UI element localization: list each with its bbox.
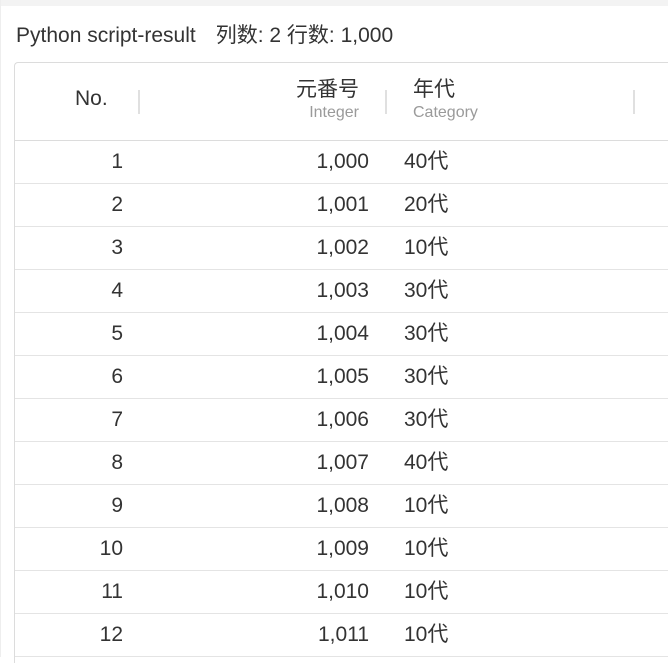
cell-category: 40代	[404, 451, 449, 474]
column-name-value: 元番号	[296, 78, 359, 101]
cell-no: 4	[111, 279, 123, 302]
cell-no: 6	[111, 365, 123, 388]
table-row[interactable]: 9 1,008 10代	[15, 485, 668, 528]
cell-value: 1,001	[316, 193, 369, 216]
table-row[interactable]: 8 1,007 40代	[15, 442, 668, 485]
result-header: Python script-result 列数: 2 行数: 1,000	[16, 22, 393, 50]
cell-no: 8	[111, 451, 123, 474]
column-type-value: Integer	[309, 104, 359, 121]
table-row[interactable]: 11 1,010 10代	[15, 571, 668, 614]
cell-category: 20代	[404, 193, 449, 216]
table-row[interactable]: 7 1,006 30代	[15, 399, 668, 442]
cell-category: 40代	[404, 150, 449, 173]
cell-value: 1,007	[316, 451, 369, 474]
cell-category: 10代	[404, 537, 449, 560]
column-header-no[interactable]: No.	[75, 87, 108, 111]
left-edge	[0, 0, 1, 657]
cell-no: 11	[101, 580, 123, 603]
cell-category: 30代	[404, 408, 449, 431]
column-type-category: Category	[413, 104, 478, 121]
cell-no: 3	[111, 236, 123, 259]
cell-no: 2	[111, 193, 123, 216]
result-summary: 列数: 2 行数: 1,000	[215, 24, 394, 47]
table-body: 1 1,000 40代 2 1,001 20代 3 1,002 10代 4 1,003 30代 5 1,0…	[15, 141, 668, 657]
cell-no: 9	[111, 494, 123, 517]
cell-value: 1,005	[316, 365, 369, 388]
cell-value: 1,008	[316, 494, 369, 517]
table-row[interactable]: 12 1,011 10代	[15, 614, 668, 657]
cell-category: 10代	[404, 236, 449, 259]
column-header-category[interactable]: 年代 Category	[413, 77, 478, 123]
cell-value: 1,000	[316, 150, 369, 173]
cell-category: 30代	[404, 365, 449, 388]
cell-value: 1,011	[318, 623, 369, 646]
table-row[interactable]: 6 1,005 30代	[15, 356, 668, 399]
cell-value: 1,004	[316, 322, 369, 345]
column-header-value[interactable]: 元番号 Integer	[255, 77, 359, 123]
result-table: No. 元番号 Integer 年代 Category 1 1,000 40代 2 1,…	[14, 62, 668, 663]
cell-category: 30代	[404, 322, 449, 345]
top-edge	[0, 0, 668, 6]
cell-value: 1,003	[316, 279, 369, 302]
cell-no: 1	[111, 150, 123, 173]
cell-no: 7	[111, 408, 123, 431]
table-row[interactable]: 10 1,009 10代	[15, 528, 668, 571]
cell-value: 1,010	[316, 580, 369, 603]
table-header: No. 元番号 Integer 年代 Category	[15, 63, 668, 141]
cell-category: 10代	[404, 580, 449, 603]
column-resize-handle-value[interactable]	[385, 90, 387, 114]
cell-category: 10代	[404, 494, 449, 517]
cell-no: 10	[99, 537, 123, 560]
column-name-category: 年代	[413, 78, 455, 101]
column-resize-handle-category[interactable]	[633, 90, 635, 114]
cell-category: 10代	[404, 623, 449, 646]
table-row[interactable]: 4 1,003 30代	[15, 270, 668, 313]
table-row[interactable]: 2 1,001 20代	[15, 184, 668, 227]
cell-no: 12	[99, 623, 123, 646]
table-row[interactable]: 3 1,002 10代	[15, 227, 668, 270]
cell-value: 1,006	[316, 408, 369, 431]
cell-category: 30代	[404, 279, 449, 302]
column-resize-handle-no[interactable]	[138, 90, 140, 114]
table-row[interactable]: 5 1,004 30代	[15, 313, 668, 356]
cell-value: 1,009	[316, 537, 369, 560]
cell-no: 5	[111, 322, 123, 345]
cell-value: 1,002	[316, 236, 369, 259]
table-row[interactable]: 1 1,000 40代	[15, 141, 668, 184]
result-title: Python script-result	[16, 24, 196, 47]
